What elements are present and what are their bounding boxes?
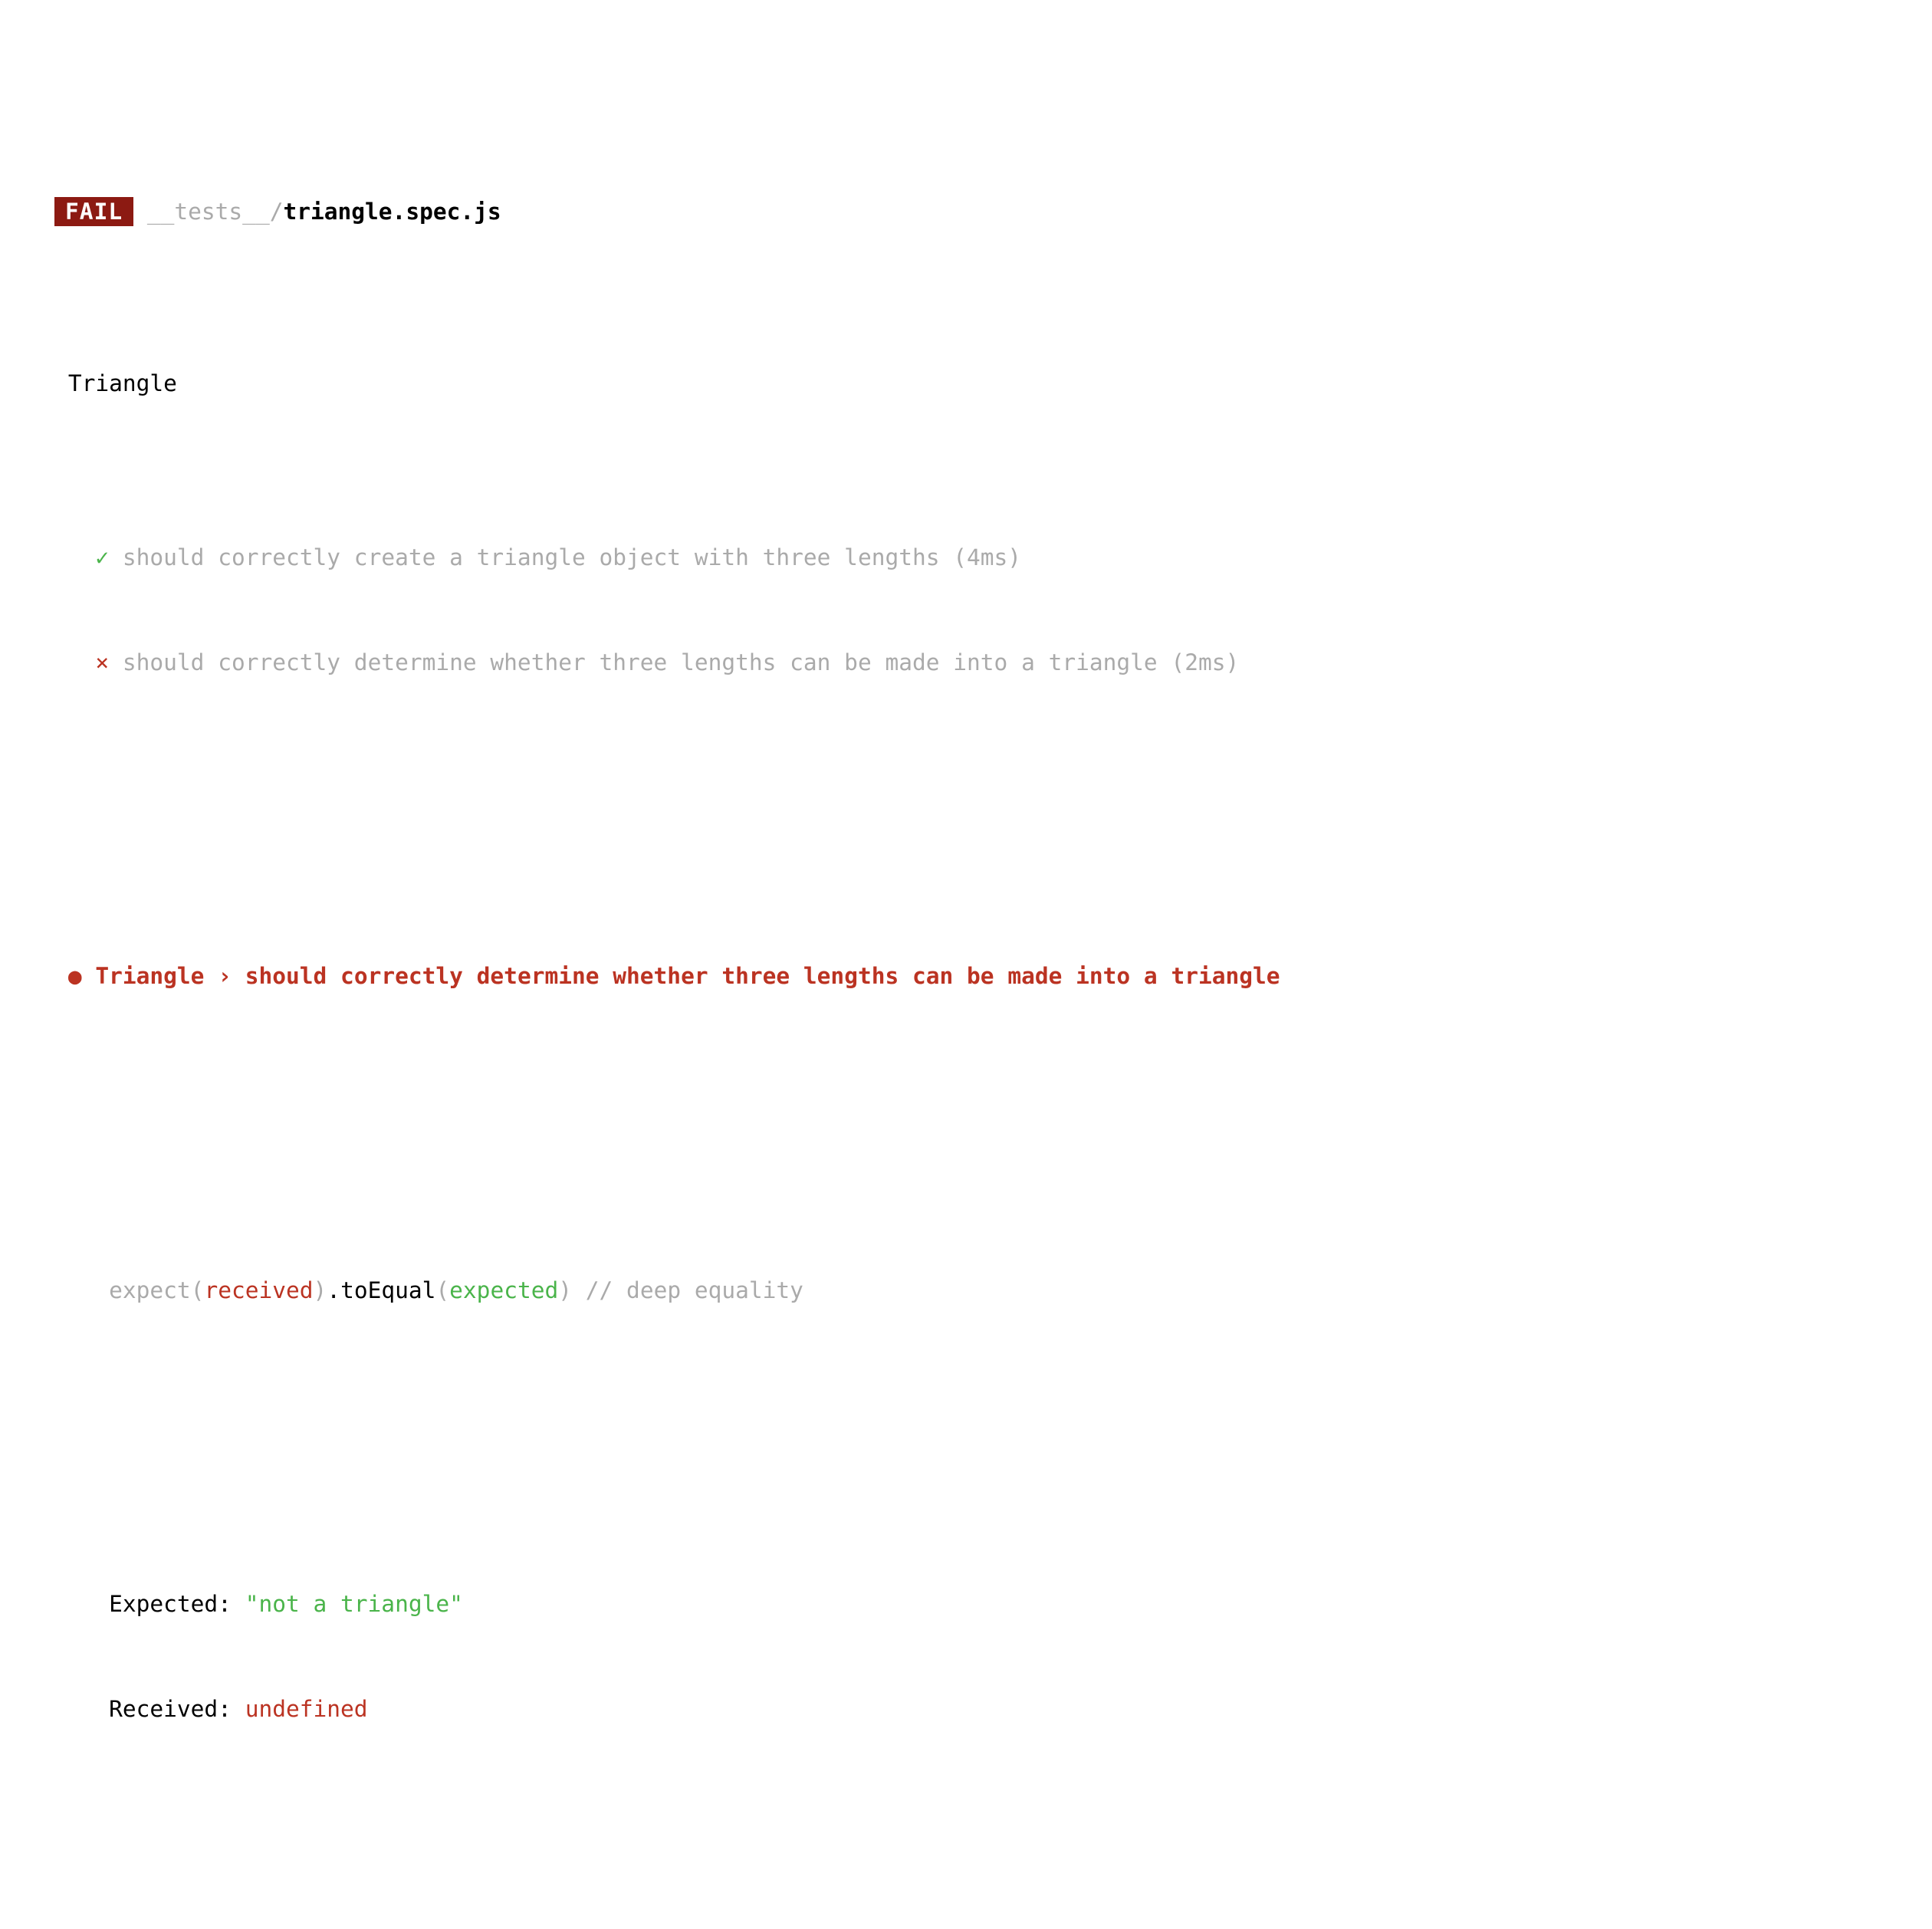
failure-separator-icon: › (218, 963, 232, 989)
matcher-dot: . (327, 1277, 341, 1303)
fail-header-line: FAIL __tests__/triangle.spec.js (0, 152, 1932, 226)
paren-open-2: ( (435, 1277, 450, 1303)
expected-value: "not a triangle" (245, 1591, 463, 1617)
matcher-comment: // deep equality (572, 1277, 803, 1303)
received-label: Received: (109, 1695, 245, 1722)
expected-label: Expected: (109, 1591, 245, 1617)
failure-test-name: should correctly determine whether three… (245, 963, 1280, 989)
failure-suite-name: Triangle (95, 963, 205, 989)
test-file-name: triangle.spec.js (283, 199, 501, 225)
received-value: undefined (245, 1695, 368, 1722)
test-file-dir: __tests__/ (146, 199, 284, 225)
paren-open: ( (190, 1277, 205, 1303)
expected-line: Expected: "not a triangle" (0, 1553, 1932, 1617)
bullet-icon: ● (67, 963, 82, 989)
test-item-failed: × should correctly determine whether thr… (0, 610, 1932, 675)
failure-title-line: ● Triangle › should correctly determine … (0, 925, 1932, 989)
cross-icon: × (95, 649, 110, 675)
expect-keyword: expect (109, 1277, 191, 1303)
fail-badge: FAIL (54, 197, 134, 226)
expected-keyword: expected (449, 1277, 559, 1303)
terminal-output: FAIL __tests__/triangle.spec.js Triangle… (0, 0, 1932, 1929)
test-item-passed: ✓ should correctly create a triangle obj… (0, 506, 1932, 570)
suite-name: Triangle (67, 370, 177, 396)
received-keyword: received (204, 1277, 314, 1303)
suite-name-line: Triangle (0, 331, 1932, 396)
matcher-hint-line: expect(received).toEqual(expected) // de… (0, 1238, 1932, 1303)
test-label-failed: should correctly determine whether three… (122, 649, 1240, 675)
paren-close-2: ) (558, 1277, 573, 1303)
test-label-passed: should correctly create a triangle objec… (122, 544, 1022, 570)
toequal-keyword: toEqual (340, 1277, 436, 1303)
check-icon: ✓ (95, 544, 110, 570)
received-line: Received: undefined (0, 1657, 1932, 1722)
paren-close: ) (313, 1277, 327, 1303)
